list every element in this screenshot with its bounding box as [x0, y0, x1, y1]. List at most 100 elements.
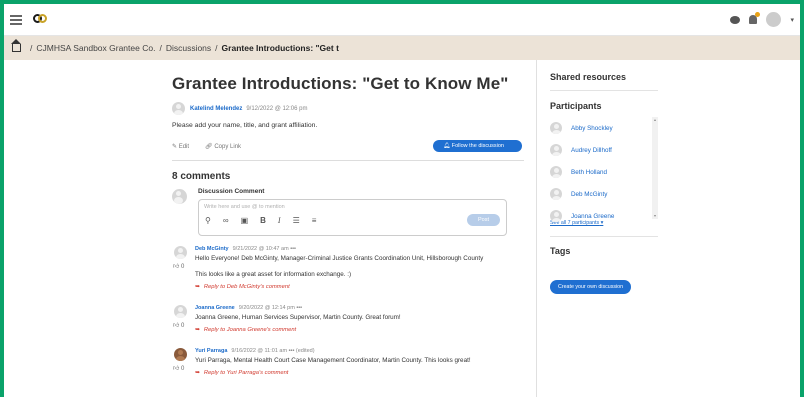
current-user-avatar	[172, 189, 187, 204]
post-meta: Katelind Melendez 9/12/2022 @ 12:06 pm	[172, 102, 524, 115]
bell-icon[interactable]	[749, 12, 761, 24]
comment-item: 👍︎ 0 Yuri Parraga 9/16/2022 @ 11:01 am ••…	[172, 348, 524, 376]
discussion-main: Grantee Introductions: "Get to Know Me" …	[172, 60, 524, 376]
like-count: 0	[180, 323, 185, 329]
like-count: 0	[180, 264, 185, 270]
participant-name: Abby Shockley	[571, 124, 613, 132]
hamburger-icon[interactable]	[10, 14, 22, 25]
link-icon[interactable]: ∞	[223, 216, 229, 225]
comment-text: Hello Everyone! Deb McGinty, Manager-Cri…	[195, 255, 484, 262]
edit-button[interactable]: ✎ Edit	[172, 143, 197, 150]
author-link[interactable]: Katelind Melendez	[190, 106, 242, 112]
comment-more-button[interactable]: •••	[290, 246, 296, 252]
reply-link[interactable]: Reply to Deb McGinty's comment	[195, 284, 483, 290]
chevron-down-icon[interactable]: ▾	[790, 16, 794, 24]
like-button[interactable]: 👍︎ 0	[173, 364, 195, 372]
edited-label: (edited)	[295, 348, 315, 354]
comment-item: 👍︎ 0 Joanna Greene 9/20/2022 @ 12:14 pm •…	[172, 305, 524, 333]
commenter-avatar[interactable]	[174, 348, 187, 361]
edit-label: Edit	[178, 143, 190, 150]
copy-link-button[interactable]: 🔗︎ Copy Link	[205, 143, 249, 150]
copy-link-label: Copy Link	[214, 143, 242, 150]
attach-icon[interactable]: ⚲	[205, 216, 211, 225]
breadcrumb-item-group[interactable]: CJMHSA Sandbox Grantee Co.	[36, 43, 155, 53]
italic-button[interactable]: I	[278, 216, 281, 225]
participant-name: Audrey Dillhoff	[571, 146, 612, 154]
comment-more-button[interactable]: •••	[289, 348, 295, 354]
commenter-avatar[interactable]	[174, 246, 187, 259]
breadcrumb: / CJMHSA Sandbox Grantee Co. / Discussio…	[4, 36, 800, 60]
like-button[interactable]: 👍︎ 0	[173, 262, 195, 270]
divider	[550, 236, 658, 237]
participant-item[interactable]: Deb McGinty	[550, 183, 658, 205]
notification-dot	[755, 12, 761, 17]
participant-item[interactable]: Abby Shockley	[550, 117, 658, 139]
numbered-list-icon[interactable]: ≡	[312, 216, 317, 225]
comment-date: 9/21/2022 @ 10:47 am	[232, 246, 289, 252]
logo-icon[interactable]	[32, 12, 48, 28]
participant-avatar	[550, 166, 562, 178]
participant-name: Deb McGinty	[571, 190, 608, 198]
participant-item[interactable]: Beth Holland	[550, 161, 658, 183]
comment-item: 👍︎ 0 Deb McGinty 9/21/2022 @ 10:47 am •••…	[172, 246, 524, 290]
sidebar: Shared resources Participants Abby Shock…	[550, 60, 658, 294]
image-icon[interactable]: ▣	[241, 216, 249, 225]
chat-icon[interactable]	[730, 15, 741, 24]
reply-link[interactable]: Reply to Yuri Parraga's comment	[195, 370, 471, 376]
divider	[550, 90, 658, 91]
post-actions: ✎ Edit 🔗︎ Copy Link 🔔︎ Follow the discus…	[172, 140, 524, 152]
reply-link[interactable]: Reply to Joanna Greene's comment	[195, 327, 401, 333]
like-button[interactable]: 👍︎ 0	[173, 321, 195, 329]
create-discussion-button[interactable]: Create your own discussion	[550, 280, 632, 294]
commenter-link[interactable]: Joanna Greene	[195, 305, 235, 311]
participants-scrollbar[interactable]	[652, 117, 658, 219]
post-button[interactable]: Post	[466, 214, 500, 226]
participant-avatar	[550, 210, 562, 222]
breadcrumb-separator: /	[159, 43, 162, 53]
participant-item[interactable]: Audrey Dillhoff	[550, 139, 658, 161]
comment-input[interactable]: Write here and use @ to mention	[199, 200, 506, 214]
home-icon[interactable]	[11, 39, 21, 52]
post-body: Please add your name, title, and grant a…	[172, 122, 318, 129]
participant-avatar	[550, 144, 562, 156]
follow-label: Follow the discussion	[451, 143, 504, 149]
breadcrumb-item-current: Grantee Introductions: "Get t	[221, 43, 339, 53]
comment-left: 👍︎ 0	[172, 246, 195, 290]
comments-heading: 8 comments	[172, 171, 231, 182]
sidebar-divider	[536, 60, 537, 397]
comment-meta: Deb McGinty 9/21/2022 @ 10:47 am •••	[195, 246, 483, 252]
like-count: 0	[180, 366, 185, 372]
comment-body: Deb McGinty 9/21/2022 @ 10:47 am ••• Hell…	[195, 246, 483, 290]
breadcrumb-separator: /	[215, 43, 218, 53]
tags-heading: Tags	[550, 246, 571, 256]
comment-text-2: This looks like a great asset for inform…	[195, 271, 352, 278]
commenter-avatar[interactable]	[174, 305, 187, 318]
comment-left: 👍︎ 0	[172, 348, 195, 376]
commenter-link[interactable]: Yuri Parraga	[195, 348, 227, 354]
avatar[interactable]	[766, 12, 782, 27]
bold-button[interactable]: B	[260, 216, 266, 225]
comment-text: Joanna Greene, Human Services Supervisor…	[195, 314, 401, 321]
comment-composer: Discussion Comment Write here and use @ …	[172, 188, 524, 236]
comment-more-button[interactable]: •••	[296, 305, 302, 311]
comment-left: 👍︎ 0	[172, 305, 195, 333]
shared-resources-heading[interactable]: Shared resources	[550, 72, 658, 82]
follow-discussion-button[interactable]: 🔔︎ Follow the discussion	[433, 140, 522, 152]
commenter-link[interactable]: Deb McGinty	[195, 246, 229, 252]
participant-name: Joanna Greene	[571, 212, 615, 220]
comment-editor[interactable]: Write here and use @ to mention ⚲ ∞ ▣ B …	[198, 199, 507, 236]
breadcrumb-item-discussions[interactable]: Discussions	[166, 43, 211, 53]
author-avatar[interactable]	[172, 102, 185, 115]
page-content: Grantee Introductions: "Get to Know Me" …	[4, 60, 800, 397]
bullet-list-icon[interactable]: ☰	[293, 216, 300, 225]
comment-date: 9/16/2022 @ 11:01 am	[231, 348, 288, 354]
participants-heading: Participants	[550, 101, 602, 111]
comment-meta: Yuri Parraga 9/16/2022 @ 11:01 am ••• (ed…	[195, 348, 471, 354]
participants-list: Abby Shockley Audrey Dillhoff Beth Holla…	[550, 117, 658, 222]
comment-text: Yuri Parraga, Mental Health Court Case M…	[195, 357, 471, 364]
participant-item[interactable]: Joanna Greene	[550, 205, 658, 227]
participant-name: Beth Holland	[571, 168, 608, 176]
participant-avatar	[550, 122, 562, 134]
participant-avatar	[550, 188, 562, 200]
comment-meta: Joanna Greene 9/20/2022 @ 12:14 pm •••	[195, 305, 401, 311]
